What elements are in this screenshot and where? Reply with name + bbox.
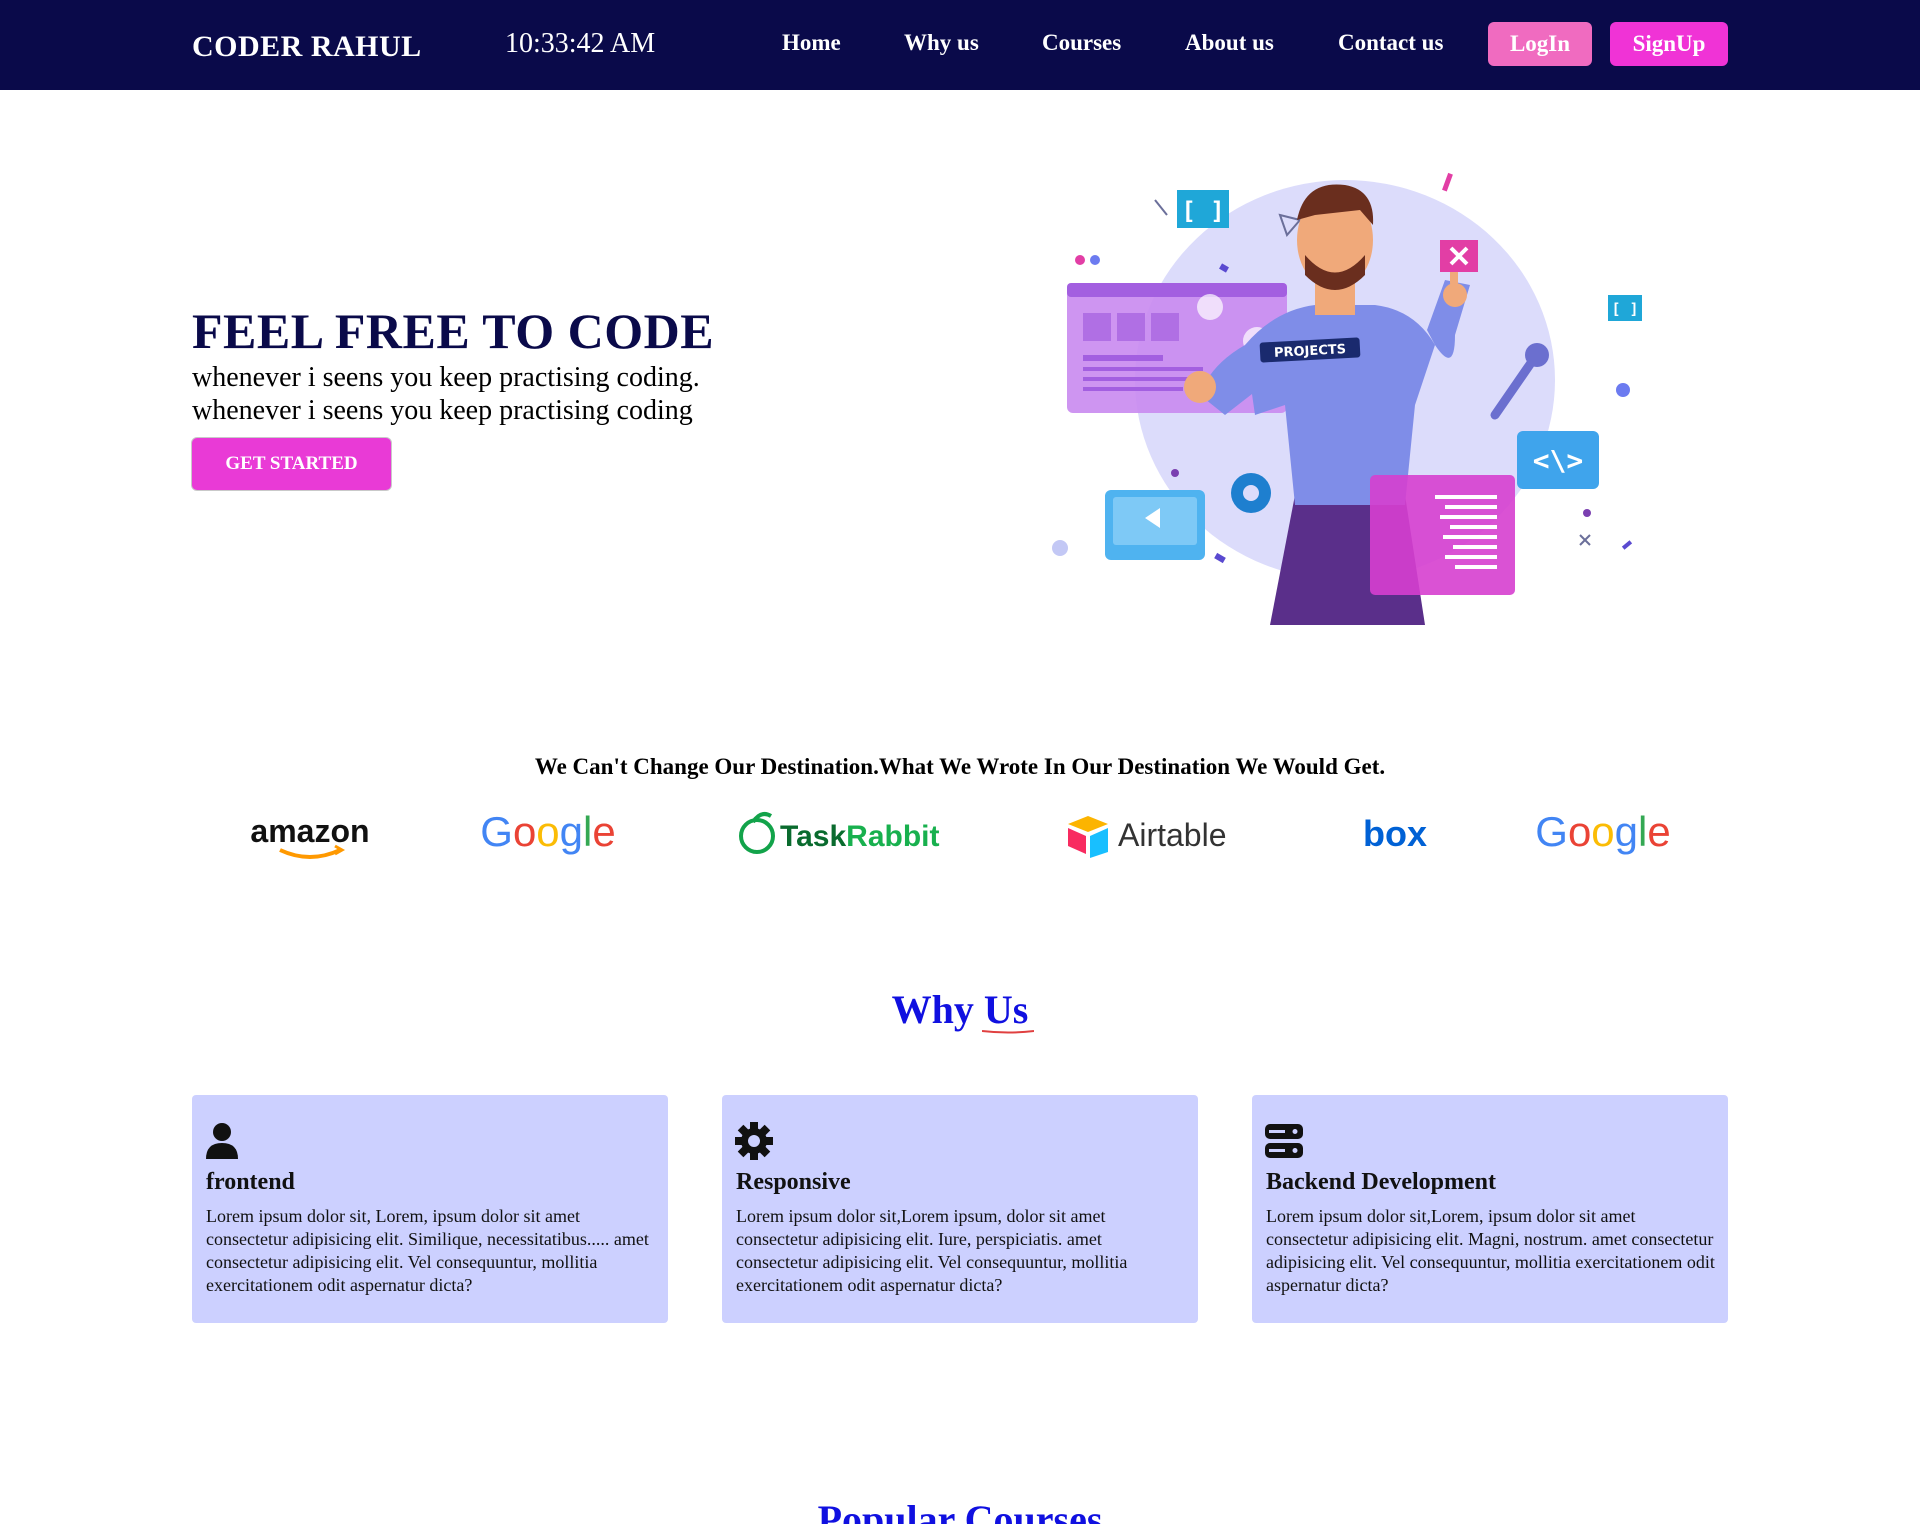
- server-icon: [1265, 1124, 1303, 1158]
- brackets-small-icon: [ ]: [1608, 295, 1642, 321]
- signup-button[interactable]: SignUp: [1610, 22, 1728, 66]
- nav-why-us[interactable]: Why us: [904, 30, 979, 56]
- hero-title: FEEL FREE TO CODE: [192, 303, 715, 359]
- brand-logo[interactable]: CODER RAHUL: [192, 30, 422, 64]
- feature-card-backend: Backend Development Lorem ipsum dolor si…: [1252, 1095, 1728, 1323]
- nav-about-us[interactable]: About us: [1185, 30, 1274, 56]
- partners-tagline: We Can't Change Our Destination.What We …: [534, 754, 1386, 779]
- box-logo: box: [1363, 813, 1427, 854]
- airtable-logo-text: Airtable: [1118, 817, 1227, 853]
- feature-card-responsive: Responsive Lorem ipsum dolor sit,Lorem i…: [722, 1095, 1198, 1323]
- close-box-icon: [1440, 240, 1478, 272]
- svg-text:[ ]: [ ]: [1181, 197, 1224, 225]
- hero-illustration: [ ] [ ] PROJECTS <\>: [1052, 172, 1642, 625]
- nav-home[interactable]: Home: [782, 30, 841, 56]
- airtable-logo: Airtable: [1068, 816, 1227, 858]
- feature-card-frontend: frontend Lorem ipsum dolor sit, Lorem, i…: [192, 1095, 668, 1323]
- google-logo-2-text: Google: [1535, 808, 1670, 855]
- login-button[interactable]: LogIn: [1488, 22, 1592, 66]
- card-title: Backend Development: [1266, 1169, 1496, 1195]
- clock: 10:33:42 AM: [505, 28, 656, 59]
- taskrabbit-logo: TaskRabbit: [739, 812, 939, 854]
- box-logo-text: box: [1363, 813, 1427, 854]
- brackets-icon: [ ]: [1177, 190, 1229, 228]
- card-text: Lorem ipsum dolor sit,Lorem, ipsum dolor…: [1266, 1206, 1715, 1295]
- code-card: [1370, 475, 1515, 595]
- nav-contact-us[interactable]: Contact us: [1338, 30, 1443, 56]
- card-text: Lorem ipsum dolor sit,Lorem ipsum, dolor…: [736, 1206, 1128, 1295]
- navbar: CODER RAHUL 10:33:42 AM Home Why us Cour…: [0, 0, 1920, 90]
- why-us-heading: Why Us: [891, 987, 1029, 1032]
- nav-courses[interactable]: Courses: [1042, 30, 1121, 56]
- hero-subtitle-2: whenever i seens you keep practising cod…: [192, 395, 693, 426]
- popular-courses-heading: Popular Courses: [817, 1497, 1103, 1524]
- taskrabbit-logo-text: TaskRabbit: [780, 820, 939, 853]
- video-card: [1105, 490, 1205, 560]
- hero-subtitle-1: whenever i seens you keep practising cod…: [192, 362, 700, 393]
- card-title: frontend: [206, 1169, 295, 1195]
- heading-underline: [982, 1030, 1034, 1034]
- card-title: Responsive: [736, 1169, 851, 1195]
- google-logo-2: Google: [1535, 808, 1670, 855]
- svg-text:[ ]: [ ]: [1611, 300, 1638, 318]
- svg-text:<\>: <\>: [1533, 444, 1584, 477]
- get-started-button[interactable]: GET STARTED: [191, 437, 392, 491]
- card-text: Lorem ipsum dolor sit, Lorem, ipsum dolo…: [206, 1206, 649, 1295]
- amazon-logo-text: amazon: [250, 813, 369, 849]
- amazon-logo: amazon: [250, 813, 370, 859]
- user-icon: [206, 1123, 238, 1159]
- google-logo: Google: [480, 808, 615, 855]
- gear-icon: [735, 1122, 773, 1160]
- google-logo-text: Google: [480, 808, 615, 855]
- code-tag-icon: <\>: [1517, 431, 1599, 489]
